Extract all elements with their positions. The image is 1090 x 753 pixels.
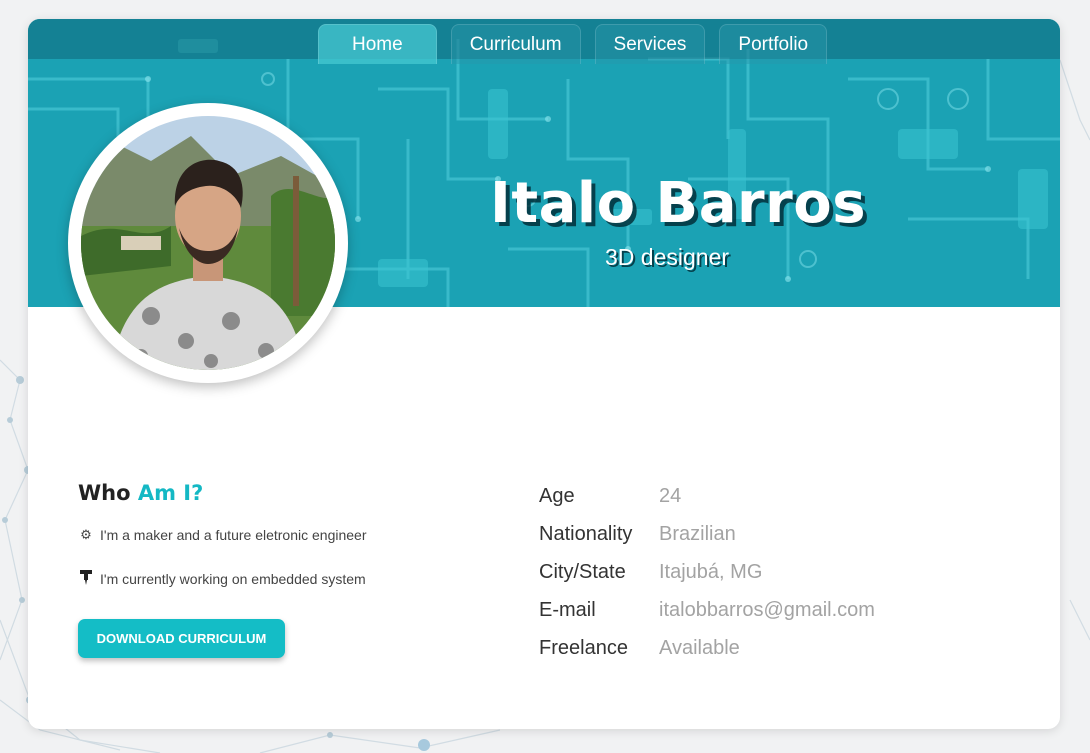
info-value-nationality: Brazilian [659, 523, 736, 545]
avatar-frame [68, 103, 348, 383]
gear-icon: ⚙ [80, 527, 92, 542]
nav-tab-services[interactable]: Services [594, 24, 706, 64]
about-heading-prefix: Who [78, 481, 131, 505]
about-line-text: I'm currently working on embedded system [100, 570, 366, 587]
info-value-freelance: Available [659, 637, 740, 659]
nav-tab-portfolio[interactable]: Portfolio [719, 24, 828, 64]
download-curriculum-button[interactable]: DOWNLOAD CURRICULUM [78, 619, 285, 658]
info-label-city-state: City/State [539, 561, 626, 583]
about-heading: Who Am I? [78, 481, 203, 505]
info-value-city-state: Itajubá, MG [659, 561, 763, 583]
info-value-email[interactable]: italobbarros@gmail.com [659, 599, 875, 622]
nav-tab-curriculum[interactable]: Curriculum [450, 24, 581, 64]
about-line-text: I'm a maker and a future eletronic engin… [100, 527, 367, 543]
avatar [81, 116, 335, 370]
avatar-photo [81, 116, 335, 370]
info-label-freelance: Freelance [539, 637, 628, 659]
info-label-email: E-mail [539, 599, 596, 621]
about-heading-accent: Am I? [137, 481, 204, 505]
profile-name: Italo Barros [490, 171, 867, 236]
info-value-age: 24 [659, 485, 682, 507]
about-line-embedded: I'm currently working on embedded system [78, 569, 366, 588]
nav-tab-home[interactable]: Home [318, 24, 437, 64]
info-label-nationality: Nationality [539, 523, 633, 545]
main-nav: Home Curriculum Services Portfolio [318, 24, 828, 64]
profile-role: 3D designer [605, 244, 730, 270]
about-line-maker: ⚙ I'm a maker and a future eletronic eng… [78, 527, 367, 543]
soldering-iron-icon [78, 569, 94, 588]
profile-card: Home Curriculum Services Portfolio Italo… [28, 19, 1060, 729]
info-label-age: Age [539, 485, 575, 507]
